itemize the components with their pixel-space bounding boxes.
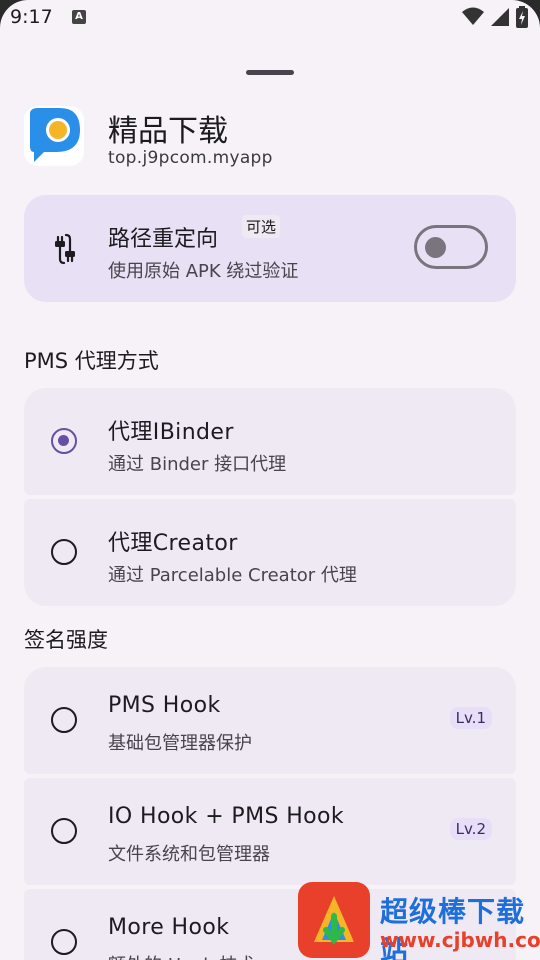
drag-handle[interactable]	[246, 70, 294, 75]
cable-icon	[55, 233, 75, 265]
option-description: 基础包管理器保护	[108, 733, 252, 754]
status-time: 9:17	[10, 6, 53, 28]
bottom-sheet: 9:17 A 精品下载 top.j9pcom.myapp 路径重定向 可选 使用…	[0, 0, 540, 960]
redirect-title: 路径重定向	[108, 227, 219, 252]
signal-icon	[491, 8, 509, 26]
app-icon	[24, 106, 84, 166]
signature-section-title: 签名强度	[24, 628, 108, 652]
watermark-url: www.cjbwh.com	[380, 928, 540, 952]
option-description: 通过 Binder 接口代理	[108, 454, 287, 475]
optional-badge: 可选	[242, 215, 281, 238]
option-proxy-creator[interactable]: 代理Creator 通过 Parcelable Creator 代理	[24, 499, 516, 606]
option-label: More Hook	[108, 915, 230, 940]
option-label: 代理IBinder	[108, 420, 234, 445]
status-bar: 9:17 A	[0, 0, 540, 38]
radio-button-icon[interactable]	[51, 707, 77, 733]
radio-button-icon[interactable]	[51, 428, 77, 454]
option-description: 额外的 Hook 技术	[108, 951, 255, 960]
app-package-name: top.j9pcom.myapp	[108, 148, 273, 168]
radio-button-icon[interactable]	[51, 818, 77, 844]
app-name: 精品下载	[108, 114, 228, 149]
option-pms-hook[interactable]: PMS Hook 基础包管理器保护 Lv.1	[24, 667, 516, 774]
pms-section-title: PMS 代理方式	[24, 349, 159, 373]
toggle-thumb	[425, 237, 446, 258]
radio-button-icon[interactable]	[51, 929, 77, 955]
option-description: 文件系统和包管理器	[108, 844, 270, 865]
watermark-logo	[298, 882, 370, 958]
level-badge: Lv.1	[449, 707, 492, 729]
site-watermark: 超级棒下载站 www.cjbwh.com	[298, 880, 540, 960]
option-label: PMS Hook	[108, 693, 221, 718]
path-redirect-card[interactable]: 路径重定向 可选 使用原始 APK 绕过验证	[24, 195, 516, 302]
notification-icon: A	[72, 10, 86, 24]
radio-button-icon[interactable]	[51, 539, 77, 565]
battery-icon	[516, 6, 528, 28]
option-proxy-ibinder[interactable]: 代理IBinder 通过 Binder 接口代理	[24, 388, 516, 495]
wifi-icon	[462, 7, 484, 25]
redirect-toggle[interactable]	[414, 225, 488, 269]
level-badge: Lv.2	[449, 818, 492, 840]
redirect-subtitle: 使用原始 APK 绕过验证	[108, 261, 299, 282]
option-description: 通过 Parcelable Creator 代理	[108, 565, 357, 586]
option-label: IO Hook + PMS Hook	[108, 804, 345, 829]
option-io-pms-hook[interactable]: IO Hook + PMS Hook 文件系统和包管理器 Lv.2	[24, 778, 516, 885]
option-label: 代理Creator	[108, 531, 238, 556]
